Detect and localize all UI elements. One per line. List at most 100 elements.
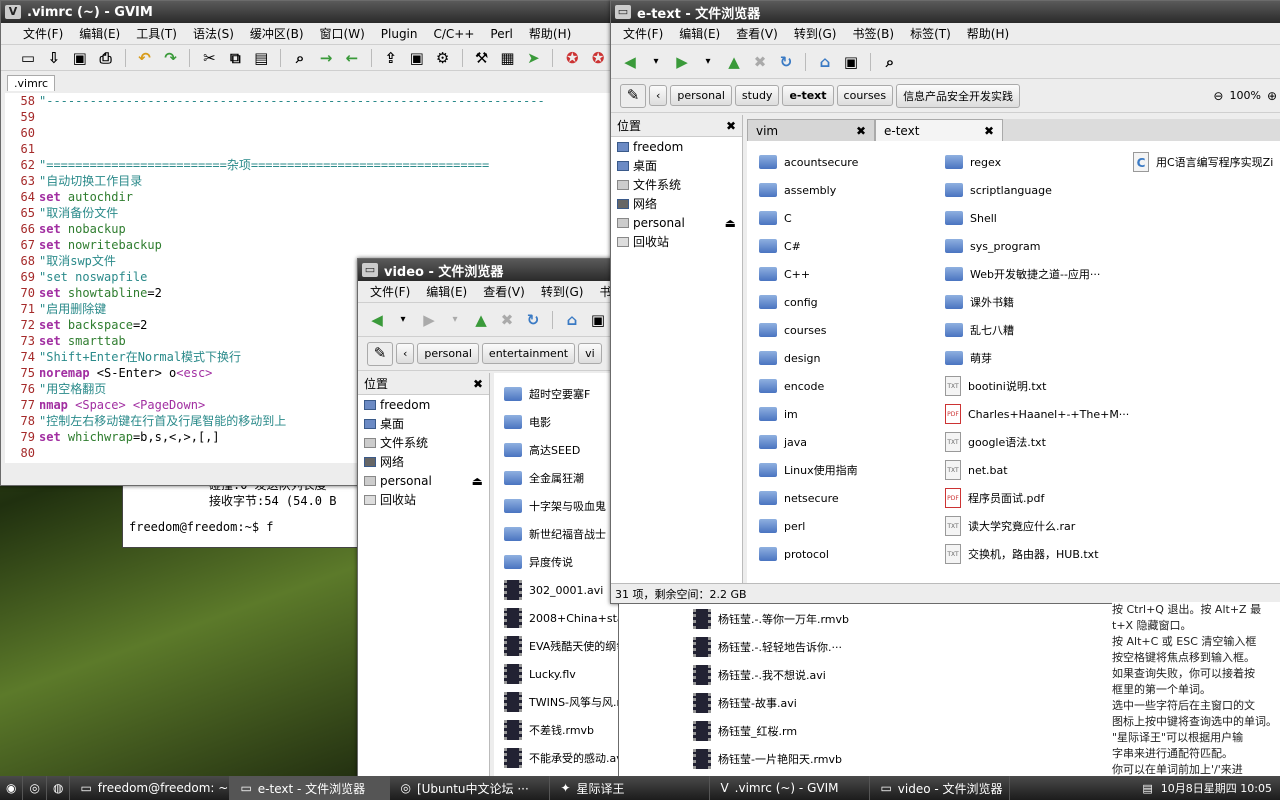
menu-file[interactable]: 文件(F)	[15, 25, 71, 42]
breadcrumb-back[interactable]: ‹	[396, 343, 415, 364]
menu-help[interactable]: 帮助(H)	[959, 25, 1017, 42]
edit-location-icon[interactable]: ✎	[367, 341, 393, 366]
file-item[interactable]: 不差钱.rmvb	[504, 719, 618, 741]
place-personal[interactable]: personal ⏏	[358, 471, 489, 490]
menu-view[interactable]: 查看(V)	[728, 25, 786, 42]
open-icon[interactable]: ⇩	[44, 48, 64, 68]
file-item[interactable]: 杨钰莹.-.我不想说.avi	[693, 664, 893, 686]
crumb-personal[interactable]: personal	[417, 343, 479, 364]
file-item[interactable]: encode	[759, 375, 939, 397]
file-item[interactable]: TXT 读大学究竟应什么.rar	[945, 515, 1133, 537]
place-network[interactable]: 网络	[358, 452, 489, 471]
eject-icon[interactable]: ⏏	[472, 474, 483, 488]
task-terminal[interactable]: ▭ freedom@freedom: ~	[70, 776, 231, 800]
up-icon[interactable]: ▲	[471, 310, 491, 330]
file-item[interactable]: 杨钰莹_红桜.rm	[693, 720, 893, 742]
file-item[interactable]: 302_0001.avi	[504, 579, 618, 601]
etext-file-browser-window[interactable]: ▭ e-text - 文件浏览器 文件(F) 编辑(E) 查看(V) 转到(G) …	[610, 0, 1280, 604]
close-icon[interactable]: ✖	[473, 377, 483, 391]
places-dropdown[interactable]: 位置	[617, 117, 641, 134]
pidgin-icon[interactable]: ◍	[47, 776, 71, 800]
new-file-icon[interactable]: ▭	[18, 48, 38, 68]
file-item[interactable]: 不能承受的感动.avi	[504, 747, 618, 769]
file-item[interactable]: TXT bootini说明.txt	[945, 375, 1133, 397]
help-icon[interactable]: ✪	[562, 48, 582, 68]
file-item[interactable]: 电影	[504, 411, 618, 433]
zoom-level[interactable]: 100%	[1229, 89, 1260, 102]
paste-icon[interactable]: ▤	[251, 48, 271, 68]
task-etext[interactable]: ▭ e-text - 文件浏览器	[230, 776, 391, 800]
find-next-icon[interactable]: →	[316, 48, 336, 68]
back-icon[interactable]: ◀	[367, 310, 387, 330]
file-item[interactable]: C	[759, 207, 939, 229]
file-item[interactable]: perl	[759, 515, 939, 537]
file-item[interactable]: 杨钰莹-故事.avi	[693, 692, 893, 714]
menu-buffers[interactable]: 缓冲区(B)	[242, 25, 312, 42]
etext-titlebar[interactable]: ▭ e-text - 文件浏览器	[611, 1, 1280, 23]
tray-icon[interactable]: ▤	[1142, 782, 1152, 795]
chevron-down-icon[interactable]: ▾	[646, 52, 666, 72]
close-icon[interactable]: ✖	[856, 124, 866, 138]
terminal-window[interactable]: 碰撞:0 发送队列长度 接收字节:54 (54.0 B freedom@free…	[122, 476, 362, 548]
forward-icon[interactable]: ▶	[419, 310, 439, 330]
crumb-personal[interactable]: personal	[670, 85, 732, 106]
menu-bookmarks[interactable]: 书签(B)	[844, 25, 902, 42]
computer-icon[interactable]: ▣	[588, 310, 608, 330]
eject-icon[interactable]: ⏏	[725, 216, 736, 230]
file-item[interactable]: acountsecure	[759, 151, 939, 173]
script-icon[interactable]: ⚙	[433, 48, 453, 68]
close-icon[interactable]: ✖	[984, 124, 994, 138]
gvim-titlebar[interactable]: V .vimrc (~) - GVIM	[1, 1, 611, 23]
back-icon[interactable]: ◀	[620, 52, 640, 72]
file-item[interactable]: 杨钰莹.-.轻轻地告诉你.···	[693, 636, 893, 658]
menu-file[interactable]: 文件(F)	[615, 25, 671, 42]
file-item[interactable]: courses	[759, 319, 939, 341]
menu-tools[interactable]: 工具(T)	[128, 25, 185, 42]
crumb-video[interactable]: vi	[578, 343, 602, 364]
place-freedom[interactable]: freedom	[358, 395, 489, 414]
file-item[interactable]: config	[759, 291, 939, 313]
system-menu-icon[interactable]: ◉	[0, 776, 24, 800]
menu-file[interactable]: 文件(F)	[362, 283, 418, 300]
task-firefox[interactable]: ◎ [Ubuntu中文论坛 ···	[390, 776, 551, 800]
menu-window[interactable]: 窗口(W)	[312, 25, 373, 42]
chevron-down-icon[interactable]: ▾	[698, 52, 718, 72]
file-item[interactable]: 杨钰莹.-.等你一万年.rmvb	[693, 608, 893, 630]
find-help-icon[interactable]: ✪	[588, 48, 608, 68]
menu-help[interactable]: 帮助(H)	[521, 25, 579, 42]
file-item[interactable]: 全金属狂潮	[504, 467, 618, 489]
file-item[interactable]: Lucky.flv	[504, 663, 618, 685]
place-filesystem[interactable]: 文件系统	[358, 433, 489, 452]
place-trash[interactable]: 回收站	[358, 490, 489, 509]
file-item[interactable]: 异度传说	[504, 551, 618, 573]
task-gvim[interactable]: V .vimrc (~) - GVIM	[710, 776, 871, 800]
file-item[interactable]: C#	[759, 235, 939, 257]
task-stardict[interactable]: ✦ 星际译王	[550, 776, 711, 800]
place-trash[interactable]: 回收站	[611, 232, 742, 251]
redo-icon[interactable]: ↷	[161, 48, 181, 68]
crumb-courses[interactable]: courses	[836, 85, 894, 106]
edit-location-icon[interactable]: ✎	[620, 83, 646, 108]
file-item[interactable]: TXT google语法.txt	[945, 431, 1133, 453]
video-file-browser-window[interactable]: ▭ video - 文件浏览器 文件(F) 编辑(E) 查看(V) 转到(G) 书…	[357, 258, 619, 778]
file-item[interactable]: scriptlanguage	[945, 179, 1133, 201]
menu-syntax[interactable]: 语法(S)	[185, 25, 242, 42]
home-icon[interactable]: ⌂	[815, 52, 835, 72]
jump-tag-icon[interactable]: ➤	[523, 48, 543, 68]
menu-view[interactable]: 查看(V)	[475, 283, 533, 300]
forward-icon[interactable]: ▶	[672, 52, 692, 72]
crumb-study[interactable]: study	[734, 85, 780, 106]
stop-icon[interactable]: ✖	[750, 52, 770, 72]
place-freedom[interactable]: freedom	[611, 137, 742, 156]
file-item[interactable]: 萌芽	[945, 347, 1133, 369]
menu-edit[interactable]: 编辑(E)	[671, 25, 728, 42]
menu-edit[interactable]: 编辑(E)	[418, 283, 475, 300]
close-icon[interactable]: ✖	[726, 119, 736, 133]
print-icon[interactable]: ⎙	[96, 48, 116, 68]
file-item[interactable]: 十字架与吸血鬼	[504, 495, 618, 517]
crumb-entertainment[interactable]: entertainment	[481, 343, 576, 364]
video-titlebar[interactable]: ▭ video - 文件浏览器	[358, 259, 618, 281]
place-network[interactable]: 网络	[611, 194, 742, 213]
file-item[interactable]: 超时空要塞F	[504, 383, 618, 405]
menu-cpp[interactable]: C/C++	[426, 27, 483, 41]
